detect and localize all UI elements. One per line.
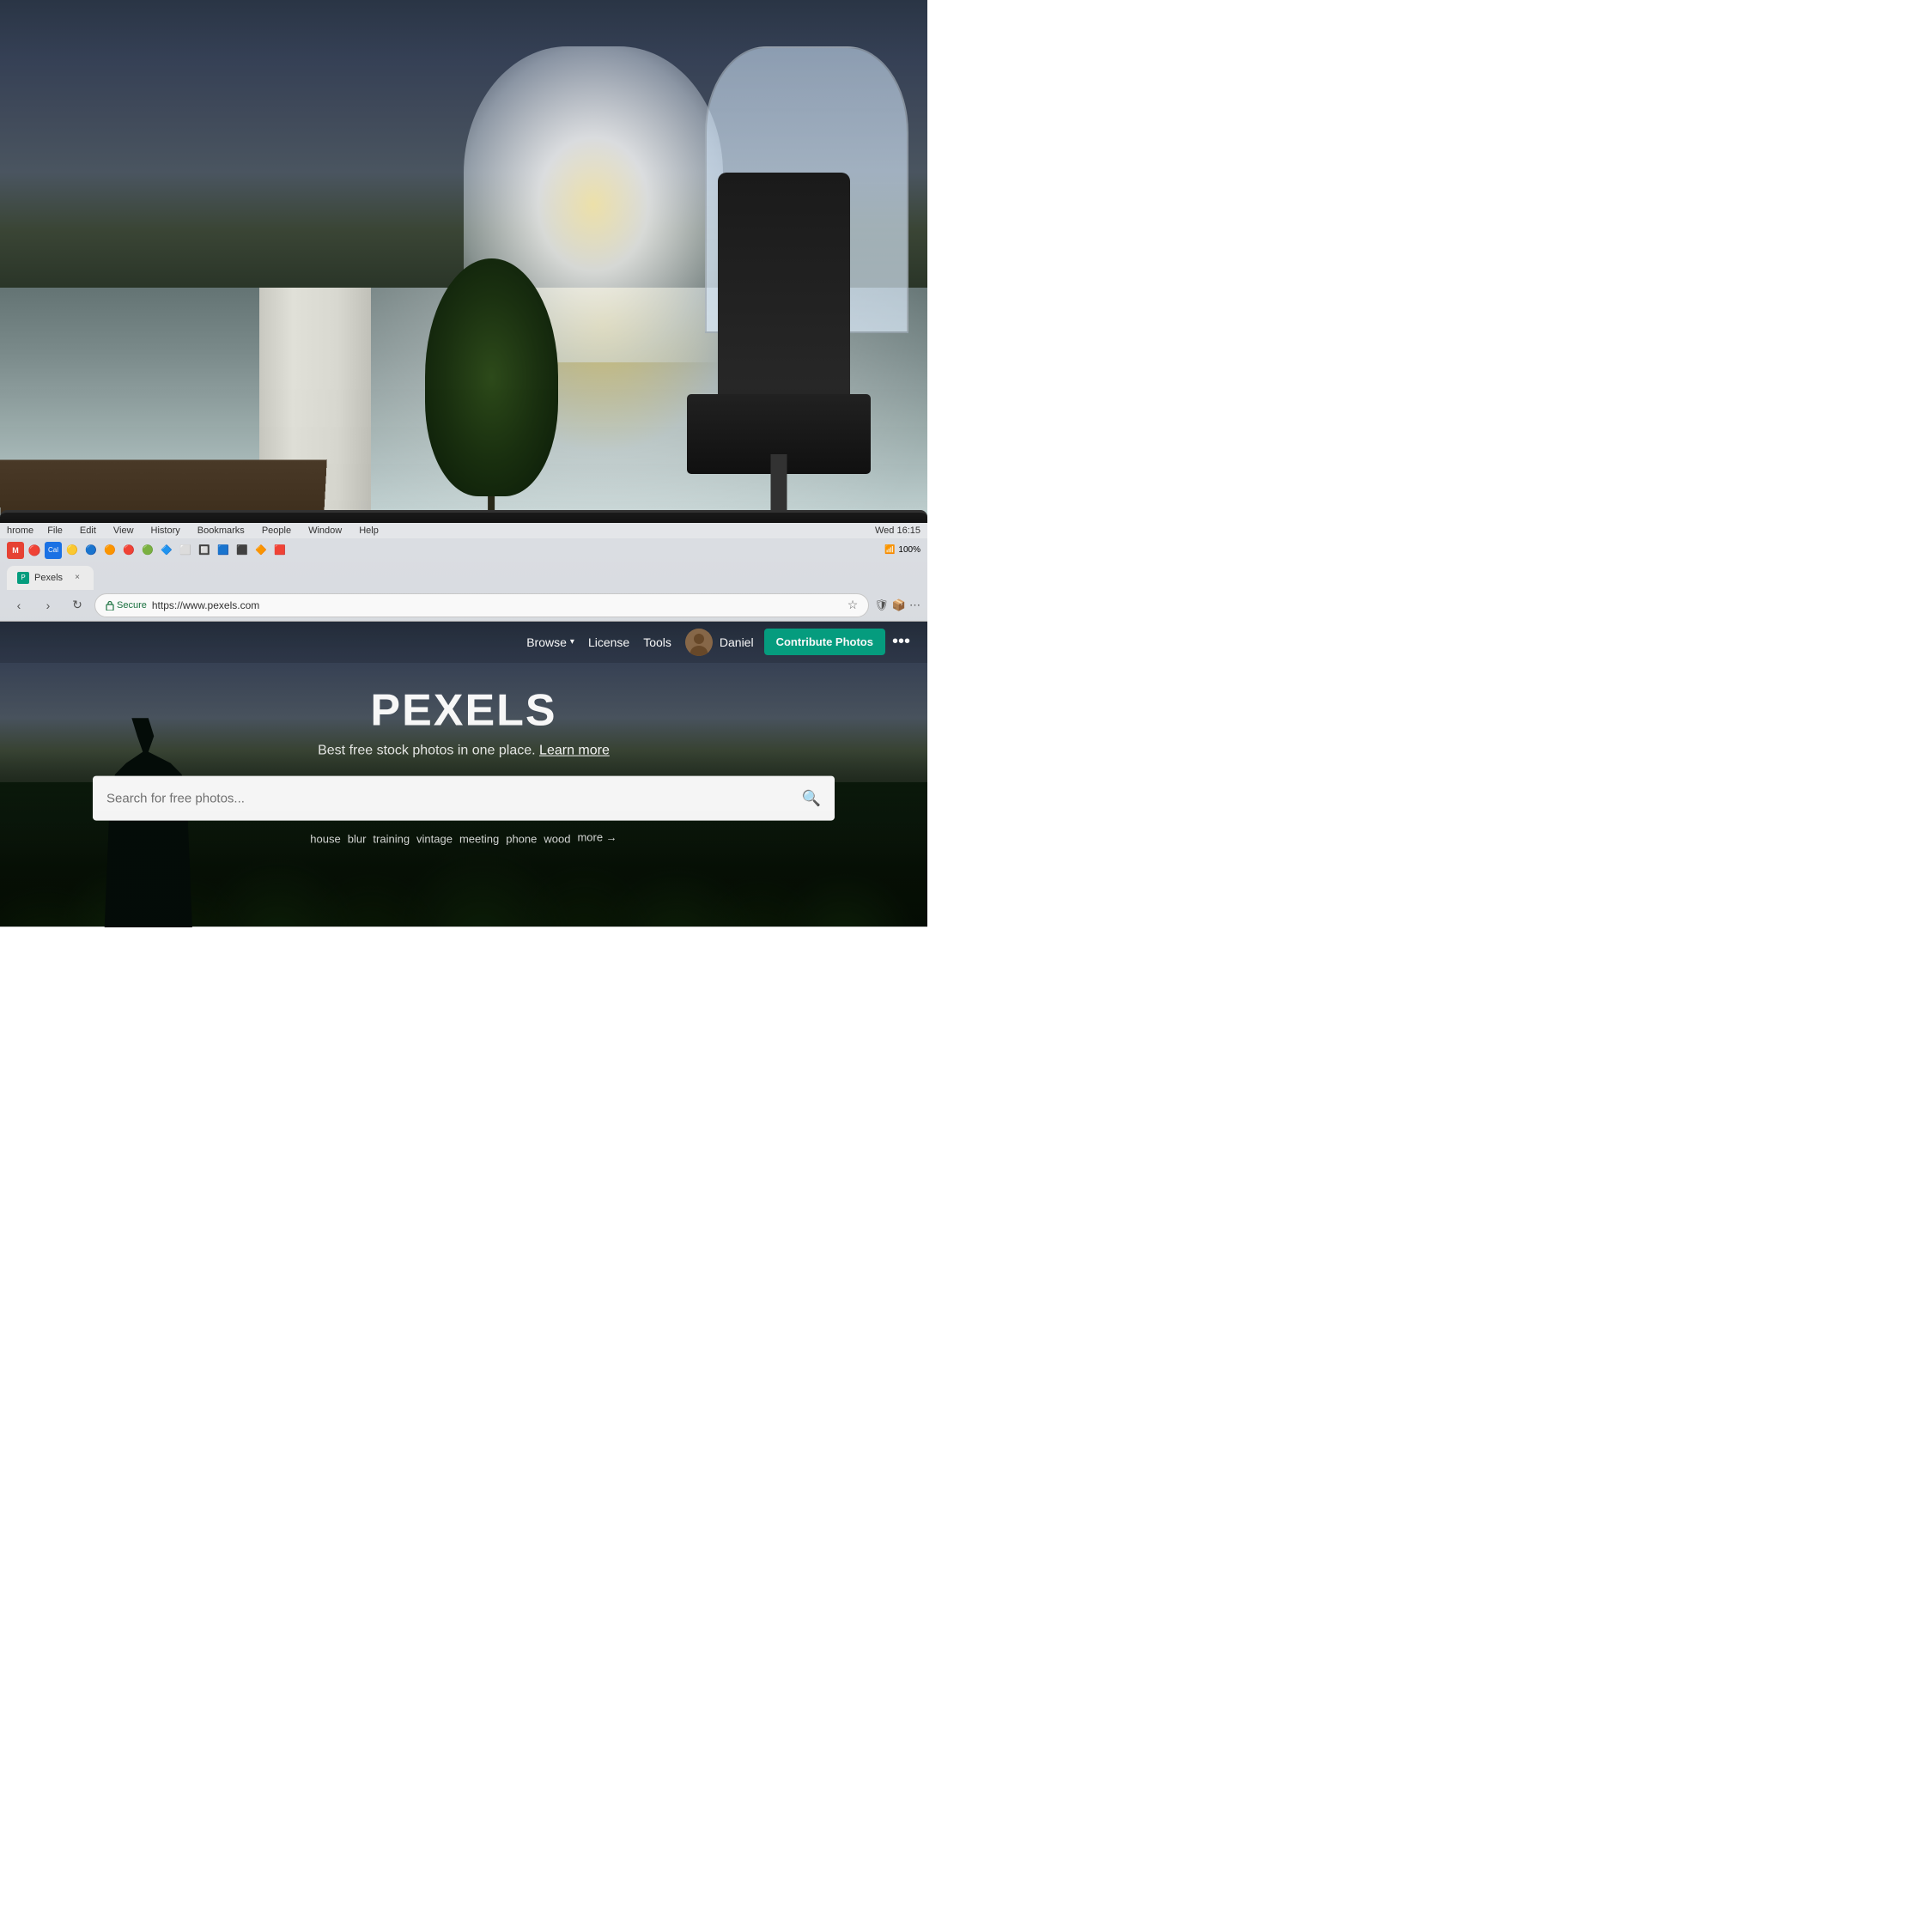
- gmail-icon[interactable]: M: [7, 542, 24, 559]
- suggestion-phone[interactable]: phone: [506, 831, 537, 848]
- lock-icon: [106, 600, 114, 611]
- ext-more-icon[interactable]: ⋯: [909, 598, 920, 612]
- refresh-button[interactable]: ↻: [65, 593, 89, 617]
- shield-icon: 🛡: [874, 598, 889, 612]
- ext11-icon[interactable]: 🔶: [252, 542, 270, 559]
- menu-bar: hrome File Edit View History Bookmarks P…: [0, 523, 927, 538]
- search-input[interactable]: [106, 791, 795, 805]
- pexels-tagline: Best free stock photos in one place. Lea…: [93, 744, 835, 759]
- calendar-icon[interactable]: Cal: [45, 542, 62, 559]
- suggestion-blur[interactable]: blur: [348, 831, 367, 848]
- office-scene: [0, 0, 927, 575]
- chrome-label: hrome: [7, 526, 33, 536]
- active-tab[interactable]: P Pexels ×: [7, 566, 94, 590]
- monitor: hrome File Edit View History Bookmarks P…: [0, 510, 927, 927]
- ext5-icon[interactable]: 🟢: [139, 542, 156, 559]
- suggestion-tags: house blur training vintage meeting phon…: [93, 831, 835, 848]
- suggestion-meeting[interactable]: meeting: [459, 831, 499, 848]
- ext6-icon[interactable]: 🔷: [158, 542, 175, 559]
- browser-chrome: hrome File Edit View History Bookmarks P…: [0, 523, 927, 622]
- ext10-icon[interactable]: ⬛: [234, 542, 251, 559]
- battery-icon: 100%: [898, 545, 920, 555]
- suggestion-wood[interactable]: wood: [544, 831, 570, 848]
- suggestion-vintage[interactable]: vintage: [416, 831, 453, 848]
- address-bar-row: ‹ › ↻ Secure https://www.pexels.com ☆: [0, 590, 927, 621]
- suggestion-house[interactable]: house: [310, 831, 340, 848]
- bookmark-icon[interactable]: ☆: [848, 598, 859, 612]
- ext12-icon[interactable]: 🟥: [271, 542, 289, 559]
- hero-content: PEXELS Best free stock photos in one pla…: [93, 685, 835, 848]
- ext7-icon[interactable]: ⬜: [177, 542, 194, 559]
- extensions-bar: M 🔴 Cal 🟡 🔵 🟠 🔴 🟢 🔷 ⬜ 🔲 🟦 ⬛ 🔶 🟥 📶 100%: [0, 538, 927, 562]
- wifi-icon: 📶: [884, 545, 895, 555]
- gdrive-icon[interactable]: 🔴: [26, 542, 43, 559]
- pexels-brand: PEXELS: [93, 685, 835, 737]
- user-name: Daniel: [720, 635, 754, 649]
- menu-window[interactable]: Window: [305, 525, 345, 537]
- nav-license[interactable]: License: [588, 635, 629, 649]
- nav-user[interactable]: Daniel: [685, 629, 754, 656]
- pexels-site: Browse ▾ License Tools: [0, 622, 927, 927]
- secure-indicator: Secure: [106, 600, 147, 611]
- menu-people[interactable]: People: [258, 525, 295, 537]
- pexels-nav: Browse ▾ License Tools: [0, 622, 927, 663]
- menu-edit[interactable]: Edit: [76, 525, 100, 537]
- nav-browse[interactable]: Browse ▾: [526, 635, 574, 649]
- back-button[interactable]: ‹: [7, 593, 31, 617]
- browse-chevron-icon: ▾: [570, 637, 574, 647]
- tab-title: Pexels: [34, 573, 63, 583]
- ext2-icon[interactable]: 🔵: [82, 542, 100, 559]
- menu-file[interactable]: File: [44, 525, 66, 537]
- ext3-icon[interactable]: 🟠: [101, 542, 118, 559]
- tab-favicon: P: [17, 572, 29, 584]
- pexels-hero: Browse ▾ License Tools: [0, 622, 927, 927]
- more-suggestions[interactable]: more →: [577, 831, 617, 848]
- learn-more-link[interactable]: Learn more: [539, 744, 610, 758]
- more-options-button[interactable]: •••: [892, 632, 910, 652]
- search-bar[interactable]: 🔍: [93, 776, 835, 821]
- menu-history[interactable]: History: [148, 525, 184, 537]
- search-icon[interactable]: 🔍: [802, 789, 821, 807]
- menu-view[interactable]: View: [110, 525, 137, 537]
- ext1-icon[interactable]: 🟡: [64, 542, 81, 559]
- menu-help[interactable]: Help: [355, 525, 382, 537]
- url-text: https://www.pexels.com: [152, 599, 259, 611]
- ext8-icon[interactable]: 🔲: [196, 542, 213, 559]
- secure-label: Secure: [117, 600, 147, 611]
- forward-button[interactable]: ›: [36, 593, 60, 617]
- browser-right-icons: 🛡 📦 ⋯: [874, 598, 920, 612]
- system-icons: 📶 100%: [884, 545, 920, 555]
- ext4-icon[interactable]: 🔴: [120, 542, 137, 559]
- system-time: Wed 16:15: [875, 526, 920, 536]
- ext9-icon[interactable]: 🟦: [215, 542, 232, 559]
- suggestion-training[interactable]: training: [373, 831, 410, 848]
- dropbox-icon: 📦: [892, 598, 906, 612]
- nav-tools[interactable]: Tools: [643, 635, 671, 649]
- user-avatar: [685, 629, 713, 656]
- monitor-screen: hrome File Edit View History Bookmarks P…: [0, 523, 927, 927]
- contribute-photos-button[interactable]: Contribute Photos: [764, 629, 885, 655]
- tab-close-button[interactable]: ×: [71, 572, 83, 584]
- menu-bookmarks[interactable]: Bookmarks: [194, 525, 248, 537]
- address-bar[interactable]: Secure https://www.pexels.com ☆: [94, 593, 869, 617]
- tab-bar: P Pexels ×: [0, 562, 927, 590]
